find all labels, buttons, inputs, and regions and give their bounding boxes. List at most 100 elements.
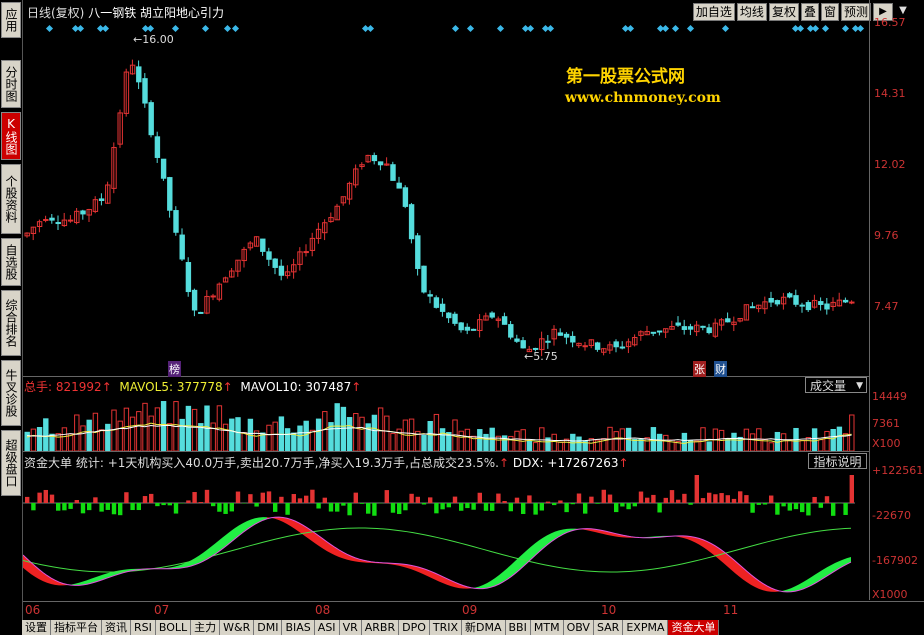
volume-bar — [260, 432, 266, 451]
add-watchlist-button[interactable]: 加自选 — [692, 3, 735, 21]
volume-bar — [191, 408, 198, 451]
kline-candle — [198, 311, 204, 314]
fund-bar — [409, 493, 414, 503]
sidebar-item-apps[interactable]: 应用 — [1, 2, 21, 38]
kline-candle — [210, 295, 216, 298]
volume-bar — [61, 427, 68, 451]
fund-bar — [452, 496, 458, 503]
mavol10-up-arrow-icon: ↑ — [351, 380, 362, 394]
tab-item[interactable]: 资讯 — [102, 620, 131, 635]
fund-bar — [223, 503, 228, 514]
window-button[interactable]: 窗 — [820, 3, 839, 21]
tab-item[interactable]: TRIX — [429, 620, 463, 635]
signal-diamond-icon — [526, 24, 535, 33]
kline-candle — [303, 251, 309, 254]
tab-item[interactable]: OBV — [563, 620, 594, 635]
tab-item[interactable]: BOLL — [155, 620, 192, 635]
tab-item[interactable]: BBI — [505, 620, 531, 635]
sidebar-item-super-quote[interactable]: 超级盘口 — [1, 430, 21, 496]
chevron-down-icon: ▼ — [856, 381, 863, 391]
volume-bar — [86, 419, 92, 451]
kline-candle — [650, 331, 657, 334]
kline-candle — [371, 155, 378, 162]
signal-diamond-icon — [686, 24, 695, 33]
indicator-explain-button[interactable]: 指标说明 — [808, 453, 867, 469]
fund-bar — [514, 497, 520, 503]
fund-flow-chart — [23, 475, 855, 593]
sidebar-item-kline[interactable]: K线图 — [1, 112, 21, 160]
fund-bar — [235, 491, 241, 503]
tab-item[interactable]: DPO — [399, 620, 430, 635]
divider-price-volume — [23, 376, 869, 377]
sidebar-item-diagnosis[interactable]: 牛叉诊股 — [1, 360, 21, 426]
tab-item[interactable]: ASI — [314, 620, 340, 635]
tab-item[interactable]: EXPMA — [623, 620, 669, 635]
fund-bar — [204, 489, 210, 503]
tab-item[interactable]: MTM — [530, 620, 564, 635]
fund-bar — [558, 500, 563, 503]
sidebar-item-watchlist[interactable]: 自选股 — [1, 238, 21, 286]
volume-bar — [105, 423, 111, 451]
kline-candle — [675, 322, 681, 326]
volume-indicator-select-label: 成交量 — [810, 379, 847, 393]
event-marker-finance[interactable]: 财 — [714, 361, 727, 377]
fund-bar — [707, 492, 712, 503]
fund-bar — [397, 503, 402, 515]
tab-item[interactable]: 资金大单 — [668, 620, 720, 635]
event-marker-limit-up[interactable]: 张 — [693, 361, 706, 377]
fund-bar — [130, 503, 135, 511]
volume-chart — [24, 401, 855, 451]
event-marker-rank[interactable]: 榜 — [168, 361, 181, 377]
volume-bar — [613, 431, 619, 451]
tab-item[interactable]: 设置 — [22, 620, 51, 635]
volume-indicator-select[interactable]: 成交量 ▼ — [805, 377, 867, 393]
fund-bar — [700, 498, 706, 503]
volume-bar — [749, 433, 756, 451]
kline-candle — [390, 164, 396, 181]
tab-item[interactable]: RSI — [131, 620, 156, 635]
fund-summary: 统计: +1天机构买入40.0万手,卖出20.7万手,净买入19.3万手,占总成… — [75, 456, 499, 470]
volume-tick-label: 7361 — [872, 417, 900, 430]
tab-item[interactable]: 指标平台 — [51, 620, 102, 635]
kline-candle — [67, 219, 74, 222]
volume-bar — [743, 428, 750, 451]
overlay-button[interactable]: 叠 — [800, 3, 819, 21]
adjust-price-button[interactable]: 复权 — [768, 3, 799, 21]
tab-item[interactable]: 主力 — [191, 620, 221, 635]
volume-bar — [576, 436, 582, 451]
tab-item[interactable]: SAR — [593, 620, 624, 635]
kline-candle — [396, 182, 402, 189]
tab-item[interactable]: W&R — [220, 620, 255, 635]
fund-bar — [688, 503, 693, 505]
sidebar-item-stock-info[interactable]: 个股资料 — [1, 164, 21, 234]
fund-bar — [37, 492, 42, 503]
volume-bar — [532, 442, 539, 451]
sidebar-item-ranking[interactable]: 综合排名 — [1, 290, 21, 356]
fund-main-line — [23, 516, 852, 593]
fund-bar — [626, 503, 631, 510]
tab-item[interactable]: DMI — [254, 620, 283, 635]
ddx-value: +17267263 — [547, 456, 619, 470]
fund-bar — [638, 491, 644, 503]
x-axis-label: 06 — [25, 603, 41, 617]
price-tick-label: 16.57 — [874, 16, 906, 29]
volume-bar — [309, 429, 316, 451]
tab-item[interactable]: ARBR — [361, 620, 400, 635]
fund-bar — [335, 503, 340, 512]
tab-item[interactable]: 新DMA — [462, 620, 506, 635]
tab-item[interactable]: VR — [339, 620, 362, 635]
kline-candle — [98, 198, 105, 201]
kline-candle — [824, 303, 830, 310]
fund-bar — [322, 497, 327, 503]
sidebar-item-intraday[interactable]: 分时图 — [1, 60, 21, 108]
tab-item[interactable]: BIAS — [282, 620, 315, 635]
kline-price-chart — [24, 24, 865, 357]
fund-bar — [43, 489, 48, 503]
forecast-button[interactable]: 预测 — [840, 3, 871, 21]
price-tick-label: 12.02 — [874, 158, 906, 171]
volume-bar — [780, 433, 787, 451]
volume-bar — [55, 433, 61, 451]
fund-bar — [403, 503, 408, 511]
fund-bar — [99, 503, 104, 512]
moving-average-button[interactable]: 均线 — [736, 3, 767, 21]
